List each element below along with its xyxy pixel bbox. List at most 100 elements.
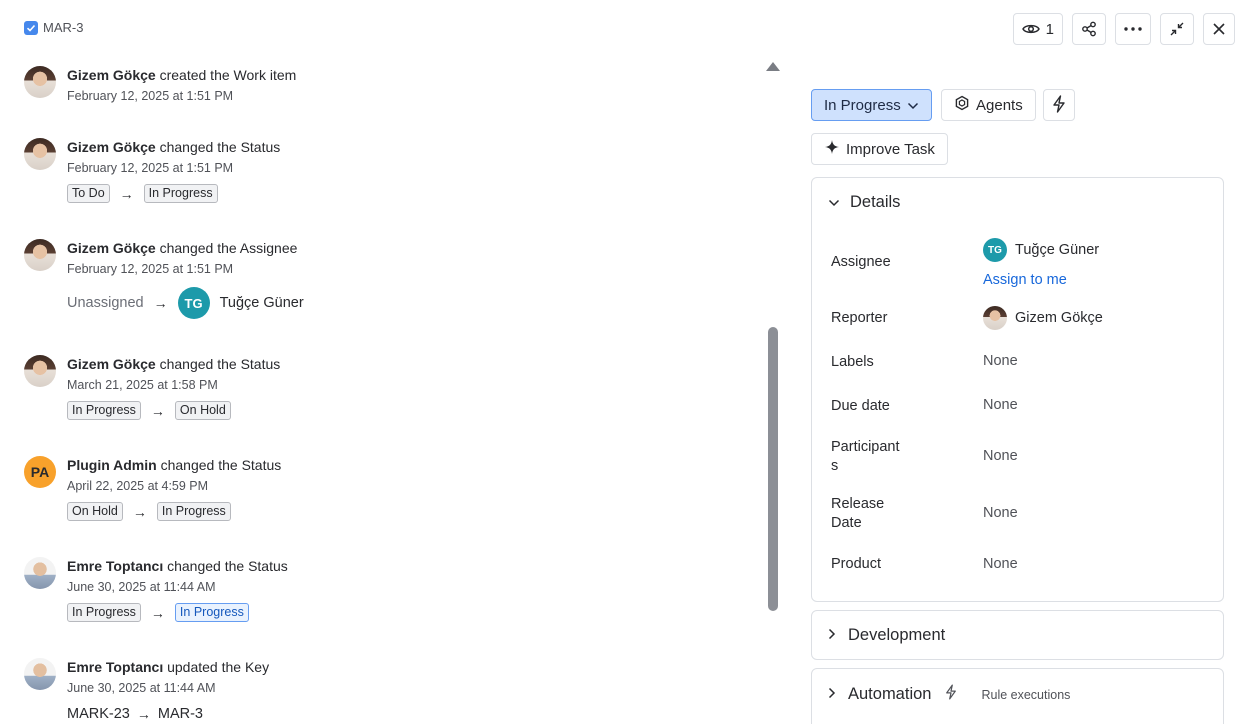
chevron-down-icon <box>907 97 919 114</box>
assignee-to: Tuğçe Güner <box>219 295 304 311</box>
assignee-from: Unassigned <box>67 295 144 311</box>
status-to-lozenge: In Progress <box>174 603 249 622</box>
actor-name[interactable]: Plugin Admin <box>67 457 157 473</box>
status-from-lozenge: In Progress <box>67 401 141 420</box>
avatar[interactable]: TG <box>177 287 210 319</box>
share-button[interactable] <box>1072 13 1106 45</box>
automation-header[interactable]: Automation Rule executions <box>828 684 1070 705</box>
development-panel[interactable]: Development <box>811 610 1224 660</box>
arrow-right-icon: → <box>132 503 147 520</box>
labels-label: Labels <box>831 354 874 370</box>
rule-executions-label[interactable]: Rule executions <box>981 688 1070 702</box>
key-to: MAR-3 <box>157 706 203 722</box>
action-verb: changed the <box>159 139 237 155</box>
action-verb: changed the <box>159 356 237 372</box>
watch-count: 1 <box>1045 20 1054 38</box>
avatar[interactable] <box>24 66 56 98</box>
avatar[interactable] <box>24 239 56 271</box>
participants-label: Participant s <box>831 439 900 474</box>
change-row: To Do → In Progress <box>67 184 280 203</box>
minimize-button[interactable] <box>1160 13 1194 45</box>
participants-value[interactable]: None <box>983 448 1018 464</box>
eye-icon <box>1021 22 1040 36</box>
development-header[interactable]: Development <box>828 626 945 645</box>
assignee-name: Tuğçe Güner <box>1015 242 1100 258</box>
timestamp: June 30, 2025 at 11:44 AM <box>67 681 216 695</box>
timestamp: February 12, 2025 at 1:51 PM <box>67 262 234 276</box>
assignee-value[interactable]: TG Tuğçe Güner <box>983 238 1099 262</box>
agents-button[interactable]: Agents <box>941 89 1036 121</box>
action-verb: changed the <box>160 457 238 473</box>
labels-value[interactable]: None <box>983 353 1018 369</box>
collapse-arrows-icon <box>1169 21 1185 37</box>
status-label: In Progress <box>824 96 901 114</box>
scroll-up-arrow-icon[interactable] <box>766 62 780 71</box>
scrollbar-thumb[interactable] <box>768 327 778 611</box>
improve-task-button[interactable]: Improve Task <box>811 133 948 165</box>
automation-button[interactable] <box>1043 89 1075 121</box>
change-row: In Progress → On Hold <box>67 401 280 420</box>
change-row: In Progress → In Progress <box>67 603 288 622</box>
watch-button[interactable]: 1 <box>1012 13 1063 45</box>
timestamp: April 22, 2025 at 4:59 PM <box>67 479 209 493</box>
action-verb: updated the <box>167 659 242 675</box>
key-from: MARK-23 <box>67 706 130 722</box>
changed-field: Status <box>248 558 288 574</box>
actor-name[interactable]: Emre Toptancı <box>67 558 163 574</box>
avatar[interactable] <box>24 355 56 387</box>
arrow-right-icon: → <box>150 402 165 419</box>
arrow-right-icon: → <box>150 604 165 621</box>
action-verb: changed the <box>159 240 237 256</box>
actor-name[interactable]: Gizem Gökçe <box>67 356 156 372</box>
timestamp: February 12, 2025 at 1:51 PM <box>67 89 234 103</box>
actor-name[interactable]: Gizem Gökçe <box>67 139 156 155</box>
reporter-label: Reporter <box>831 310 888 326</box>
status-from-lozenge: On Hold <box>67 502 123 521</box>
arrow-right-icon: → <box>119 185 134 202</box>
changed-field: Status <box>240 139 281 155</box>
details-header[interactable]: Details <box>828 193 900 212</box>
issue-key[interactable]: MAR-3 <box>43 20 83 35</box>
change-row: On Hold → In Progress <box>67 502 281 521</box>
changed-field: Status <box>241 457 282 473</box>
avatar[interactable]: PA <box>24 456 56 488</box>
change-row: MARK-23 → MAR-3 <box>67 706 269 722</box>
due-date-value[interactable]: None <box>983 397 1018 413</box>
chevron-down-icon <box>828 193 840 212</box>
automation-title: Automation <box>848 685 932 703</box>
close-icon <box>1212 22 1226 36</box>
release-date-value[interactable]: None <box>983 505 1018 521</box>
actor-name[interactable]: Emre Toptancı <box>67 659 163 675</box>
avatar <box>983 306 1007 330</box>
share-icon <box>1081 21 1097 37</box>
lightning-bolt-icon <box>1052 94 1066 116</box>
release-date-label: Release Date <box>831 496 885 531</box>
due-date-label: Due date <box>831 398 890 414</box>
actor-name[interactable]: Gizem Gökçe <box>67 67 156 83</box>
task-checkbox-icon <box>24 20 38 35</box>
timestamp: June 30, 2025 at 11:44 AM <box>67 580 216 594</box>
changed-field: Key <box>244 659 270 675</box>
assign-to-me-link[interactable]: Assign to me <box>983 272 1067 288</box>
avatar[interactable] <box>24 658 56 690</box>
chevron-right-icon <box>828 685 836 704</box>
more-actions-button[interactable] <box>1115 13 1151 45</box>
lightning-bolt-icon <box>945 684 957 705</box>
product-label: Product <box>831 556 881 572</box>
close-button[interactable] <box>1203 13 1235 45</box>
status-dropdown[interactable]: In Progress <box>811 89 932 121</box>
changed-field: Status <box>240 356 281 372</box>
breadcrumb[interactable]: MAR-3 <box>24 20 83 35</box>
automation-panel[interactable]: Automation Rule executions <box>811 668 1224 724</box>
avatar[interactable] <box>24 138 56 170</box>
status-from-lozenge: To Do <box>67 184 110 203</box>
change-row: Unassigned → TG Tuğçe Güner <box>67 287 304 319</box>
reporter-value[interactable]: Gizem Gökçe <box>983 306 1103 330</box>
actor-name[interactable]: Gizem Gökçe <box>67 240 156 256</box>
action-verb: changed the <box>167 558 245 574</box>
details-panel: Details Assignee TG Tuğçe Güner Assign t… <box>811 177 1224 602</box>
avatar[interactable] <box>24 557 56 589</box>
changed-field: Work item <box>233 67 297 83</box>
product-value[interactable]: None <box>983 556 1018 572</box>
reporter-name: Gizem Gökçe <box>1015 310 1103 326</box>
